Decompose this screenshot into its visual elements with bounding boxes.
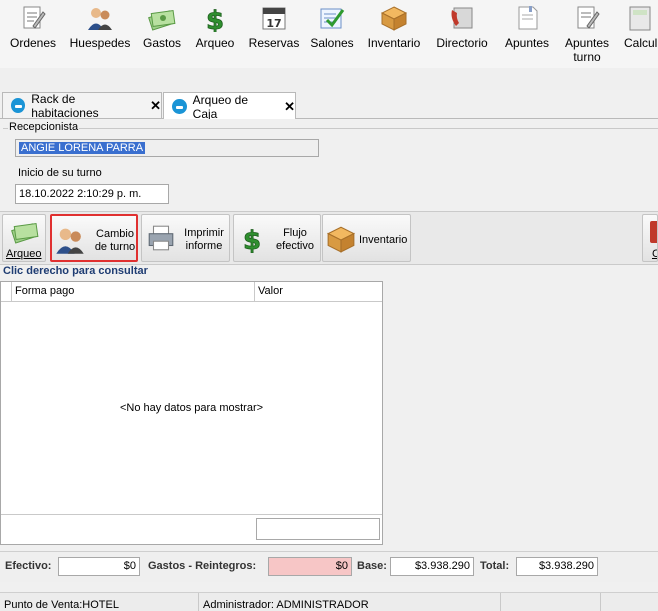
arqueo-button[interactable]: Arqueo <box>2 214 46 262</box>
arqueo-label: Arqueo <box>6 248 42 260</box>
toolbar-label: Calcul <box>624 36 658 50</box>
toolbar-calculadora-button[interactable]: Calcul <box>622 0 658 68</box>
imprimir-informe-button[interactable]: Imprimir informe <box>141 214 230 262</box>
gastos-reintegros-label: Gastos - Reintegros: <box>148 560 257 572</box>
toolbar-salones-button[interactable]: Salones <box>308 0 356 68</box>
toolbar-label: Inventario <box>367 36 421 50</box>
grid-footer-summary <box>256 518 380 540</box>
change-shift-icon <box>56 228 84 254</box>
imprimir-informe-label: Imprimir informe <box>184 227 224 252</box>
base-label: Base: <box>357 560 387 572</box>
recepcionista-label: Recepcionista <box>8 121 80 133</box>
toolbar-gastos-button[interactable]: Gastos <box>140 0 184 68</box>
close-icon <box>650 221 657 243</box>
grid-footer-divider <box>1 514 382 515</box>
toolbar-apuntes-button[interactable]: Apuntes <box>500 0 554 68</box>
flujo-efectivo-label: Flujo efectivo <box>276 227 314 252</box>
action-bar: Arqueo Cambio de turno Imprimir informe $ … <box>0 211 658 265</box>
column-valor[interactable]: Valor <box>255 282 382 301</box>
phone-icon <box>451 7 473 29</box>
efectivo-value: $0 <box>58 557 140 576</box>
cerrar-button[interactable]: C <box>642 214 658 262</box>
toolbar-arqueo-button[interactable]: $ Arqueo <box>192 0 238 68</box>
tab-label: Arqueo de Caja <box>192 92 249 121</box>
toolbar-label: Directorio <box>436 36 488 50</box>
grid-indicator-column <box>1 282 12 301</box>
inicio-turno-field[interactable]: 18.10.2022 2:10:29 p. m. <box>15 184 169 204</box>
status-divider <box>198 593 199 611</box>
notes-icon <box>518 6 538 30</box>
toolbar-reservas-button[interactable]: 17 Reservas <box>246 0 302 68</box>
reception-bell-icon <box>172 99 187 114</box>
grid-empty-message: <No hay datos para mostrar> <box>119 402 264 414</box>
toolbar-label: Arqueo <box>195 36 235 50</box>
guests-icon <box>88 8 112 30</box>
toolbar-label: Huespedes <box>69 36 131 50</box>
svg-text:$: $ <box>206 6 224 32</box>
toolbar-huespedes-button[interactable]: Huespedes <box>66 0 134 68</box>
cambio-turno-label: Cambio de turno <box>94 228 136 253</box>
column-forma-pago[interactable]: Forma pago <box>12 282 255 301</box>
total-value: $3.938.290 <box>516 557 598 576</box>
toolbar-apuntes-turno-button[interactable]: Apuntes turno <box>560 0 614 68</box>
inventario-button[interactable]: Inventario <box>322 214 411 262</box>
status-divider <box>500 593 501 611</box>
gastos-reintegros-value: $0 <box>268 557 352 576</box>
toolbar-label: Gastos <box>142 36 181 50</box>
inicio-turno-label: Inicio de su turno <box>18 167 102 179</box>
status-punto-venta: Punto de Venta:HOTEL <box>4 599 119 611</box>
toolbar-label: Apuntes turno <box>564 36 610 64</box>
calendar-icon: 17 <box>262 7 286 30</box>
box-icon <box>380 6 408 31</box>
flujo-efectivo-button[interactable]: $ Flujo efectivo <box>233 214 321 262</box>
base-value: $3.938.290 <box>390 557 474 576</box>
toolbar-inventario-button[interactable]: Inventario <box>364 0 424 68</box>
toolbar-label: Ordenes <box>9 36 57 50</box>
cash-count-icon <box>11 222 39 244</box>
toolbar-spacer <box>0 68 658 91</box>
toolbar-directorio-button[interactable]: Directorio <box>432 0 492 68</box>
toolbar-ordenes-button[interactable]: Ordenes <box>6 0 60 68</box>
group-divider <box>3 128 658 129</box>
grid-hint: Clic derecho para consultar <box>3 265 148 277</box>
tab-label: Rack de habitaciones <box>31 91 99 120</box>
total-label: Total: <box>480 560 510 572</box>
svg-text:$: $ <box>243 226 261 253</box>
box-icon <box>326 226 356 253</box>
grid-header: Forma pago Valor <box>1 282 382 302</box>
tab-close-icon[interactable]: ✕ <box>150 98 161 114</box>
status-administrador: Administrador: ADMINISTRADOR <box>203 599 369 611</box>
cerrar-label: C <box>652 248 657 261</box>
totals-bar: Efectivo: $0 Gastos - Reintegros: $0 Bas… <box>0 551 658 582</box>
recepcionista-field[interactable]: ANGIE LORENA PARRA <box>15 139 319 157</box>
main-toolbar: Ordenes Huespedes Gastos $ Arqueo 17 Res… <box>0 0 658 69</box>
toolbar-label: Apuntes <box>504 36 550 50</box>
tab-rack-habitaciones[interactable]: Rack de habitaciones ✕ <box>2 91 162 120</box>
printer-icon <box>148 225 174 251</box>
tab-close-icon[interactable]: ✕ <box>284 99 295 115</box>
inventario-label: Inventario <box>359 234 408 246</box>
cash-count-icon: $ <box>206 6 225 32</box>
efectivo-label: Efectivo: <box>5 560 52 572</box>
cambio-turno-button[interactable]: Cambio de turno <box>50 214 138 262</box>
tab-strip: Rack de habitaciones ✕ Arqueo de Caja ✕ <box>0 90 658 121</box>
shift-notes-icon <box>577 6 600 29</box>
calculator-icon <box>629 6 651 31</box>
expenses-icon <box>148 9 176 31</box>
toolbar-label: Reservas <box>248 36 300 50</box>
status-divider <box>600 593 601 611</box>
reception-bell-icon <box>11 98 26 113</box>
orders-icon <box>23 6 46 29</box>
dollar-icon: $ <box>243 226 262 253</box>
status-bar: Punto de Venta:HOTEL Administrador: ADMI… <box>0 592 658 611</box>
tab-arqueo-caja[interactable]: Arqueo de Caja ✕ <box>163 92 296 121</box>
payment-grid[interactable]: Forma pago Valor <No hay datos para most… <box>0 281 383 545</box>
svg-text:17: 17 <box>266 17 281 30</box>
toolbar-label: Salones <box>310 36 354 50</box>
recepcionista-value: ANGIE LORENA PARRA <box>19 142 146 154</box>
checklist-icon <box>320 8 345 29</box>
